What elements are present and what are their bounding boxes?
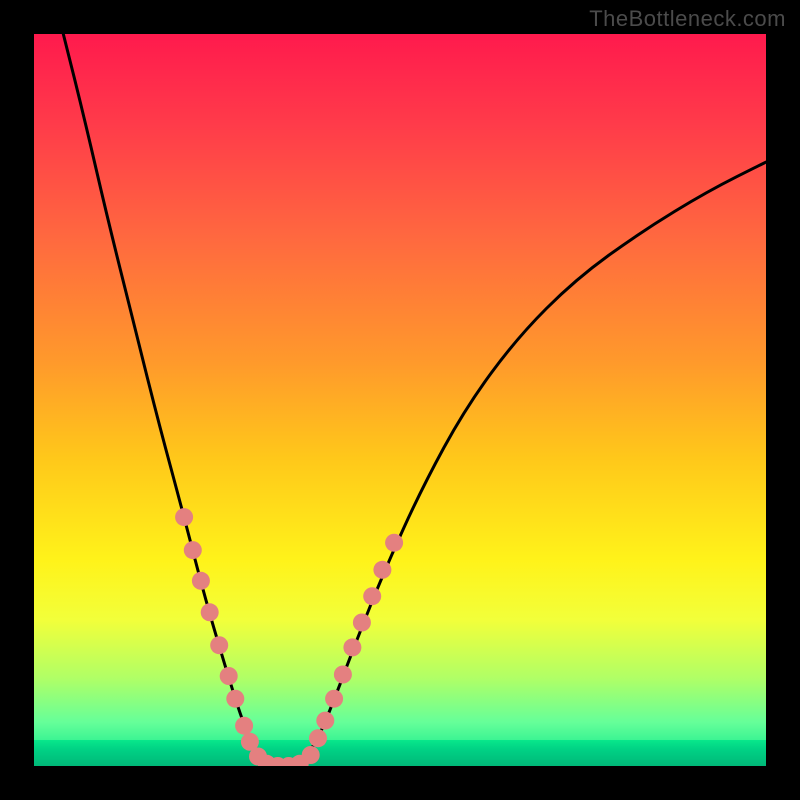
marker-left-0 [175,508,193,526]
marker-left-5 [220,667,238,685]
marker-left-2 [192,572,210,590]
marker-right-4 [334,666,352,684]
marker-left-1 [184,541,202,559]
curve-layer [34,34,766,766]
marker-left-7 [235,717,253,735]
marker-right-3 [325,690,343,708]
marker-right-9 [385,534,403,552]
marker-right-6 [353,614,371,632]
marker-right-7 [363,587,381,605]
chart-frame: TheBottleneck.com [0,0,800,800]
marker-right-8 [373,561,391,579]
marker-left-3 [201,603,219,621]
marker-right-5 [343,638,361,656]
marker-left-4 [210,636,228,654]
marker-right-1 [309,729,327,747]
marker-right-2 [316,712,334,730]
watermark-text: TheBottleneck.com [589,6,786,32]
plot-area [34,34,766,766]
data-markers [175,508,403,766]
marker-left-6 [226,690,244,708]
bottleneck-curve [63,34,766,766]
